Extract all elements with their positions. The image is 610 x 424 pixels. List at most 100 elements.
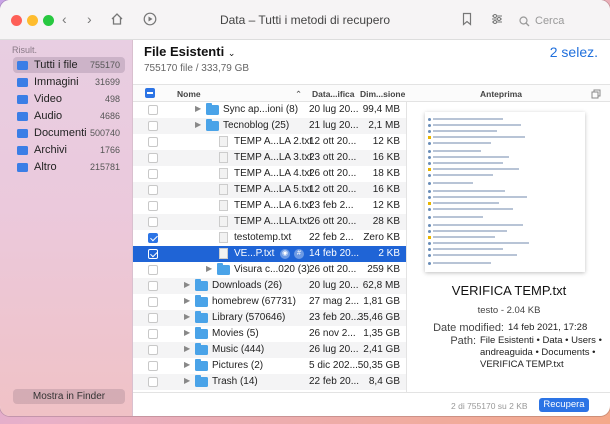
zoom-window-button[interactable] bbox=[43, 15, 54, 26]
table-row[interactable]: TEMP A...LA 6.txt 23 feb 2... 12 KB bbox=[133, 198, 406, 214]
table-row[interactable]: ▶ Sync ap...ioni (8) 20 lug 20... 99,4 MB bbox=[133, 102, 406, 118]
row-checkbox[interactable] bbox=[148, 361, 158, 371]
minimize-window-button[interactable] bbox=[27, 15, 38, 26]
disclosure-chevron-icon[interactable]: ▶ bbox=[184, 344, 190, 353]
search-input[interactable]: Cerca bbox=[519, 11, 599, 31]
disclosure-chevron-icon[interactable]: ▶ bbox=[195, 120, 201, 129]
table-row[interactable]: TEMP A...LA 4.txt 26 ott 20... 18 KB bbox=[133, 166, 406, 182]
text-file-icon bbox=[219, 152, 228, 163]
table-row[interactable]: ▶ Trash (14) 22 feb 20... 8,4 GB bbox=[133, 374, 406, 390]
row-checkbox[interactable] bbox=[148, 313, 158, 323]
table-row[interactable]: testotemp.txt 22 feb 2... Zero KB bbox=[133, 230, 406, 246]
folder-icon bbox=[195, 295, 208, 307]
row-checkbox[interactable] bbox=[148, 297, 158, 307]
sort-up-icon[interactable]: ⌃ bbox=[295, 89, 302, 100]
row-checkbox[interactable] bbox=[148, 153, 158, 163]
select-all-checkbox[interactable] bbox=[145, 88, 155, 98]
row-checkbox[interactable] bbox=[148, 137, 158, 147]
disclosure-chevron-icon[interactable]: ▶ bbox=[184, 296, 190, 305]
row-checkbox[interactable] bbox=[148, 329, 158, 339]
disclosure-chevron-icon[interactable]: ▶ bbox=[184, 328, 190, 337]
bullet-mark bbox=[428, 117, 431, 121]
table-row[interactable]: ▶ Tecnoblog (25) 21 lug 20... 2,1 MB bbox=[133, 118, 406, 134]
row-checkbox[interactable] bbox=[148, 265, 158, 275]
text-file-icon bbox=[219, 248, 228, 259]
text-line bbox=[433, 254, 517, 256]
row-file-name: Visura c...020 (3) bbox=[234, 264, 310, 275]
recover-button[interactable]: Recupera bbox=[539, 398, 589, 412]
table-row[interactable]: TEMP A...LA 5.txt 12 ott 20... 16 KB bbox=[133, 182, 406, 198]
row-checkbox[interactable] bbox=[148, 345, 158, 355]
row-file-name: TEMP A...LLA.txt bbox=[234, 216, 310, 227]
sidebar-item-images[interactable]: Immagini 31699 bbox=[13, 74, 125, 90]
text-file-icon bbox=[219, 200, 228, 211]
sidebar-item-other[interactable]: Altro 215781 bbox=[13, 159, 125, 175]
row-checkbox[interactable] bbox=[148, 233, 158, 243]
table-row[interactable]: ▶ Music (444) 26 lug 20... 2,41 GB bbox=[133, 342, 406, 358]
row-checkbox[interactable] bbox=[148, 217, 158, 227]
text-file-icon bbox=[219, 136, 228, 147]
image-icon bbox=[17, 77, 28, 87]
row-date-modified: 5 dic 202... bbox=[309, 360, 358, 371]
row-checkbox[interactable] bbox=[148, 121, 158, 131]
forward-chevron-icon[interactable]: › bbox=[87, 11, 92, 27]
bullet-mark bbox=[428, 241, 431, 245]
sliders-icon[interactable] bbox=[490, 12, 504, 26]
close-window-button[interactable] bbox=[11, 15, 22, 26]
table-row[interactable]: ▶ Pictures (2) 5 dic 202... 50,35 GB bbox=[133, 358, 406, 374]
tag-icon[interactable]: # bbox=[294, 249, 304, 259]
sidebar-item-audio[interactable]: Audio 4686 bbox=[13, 108, 125, 124]
disclosure-chevron-icon[interactable]: ▶ bbox=[184, 376, 190, 385]
sidebar-item-all-files[interactable]: Tutti i file 755170 bbox=[13, 57, 125, 73]
row-checkbox[interactable] bbox=[148, 169, 158, 179]
table-row[interactable]: TEMP A...LA 2.txt 12 ott 20... 12 KB bbox=[133, 134, 406, 150]
table-row[interactable]: ▶ Visura c...020 (3) 26 ott 20... 259 KB bbox=[133, 262, 406, 278]
disclosure-chevron-icon[interactable]: ▶ bbox=[184, 360, 190, 369]
preview-path-line-3: VERIFICA TEMP.txt bbox=[480, 359, 564, 370]
search-placeholder: Cerca bbox=[535, 15, 565, 27]
row-file-name: Movies (5) bbox=[212, 328, 259, 339]
quick-look-icon[interactable]: ◉ bbox=[280, 249, 290, 259]
text-line bbox=[433, 248, 503, 250]
table-row[interactable]: TEMP A...LA 3.txt 23 ott 20... 16 KB bbox=[133, 150, 406, 166]
text-line bbox=[433, 196, 527, 198]
preview-path-line-1: File Esistenti • Data • Users • bbox=[480, 335, 602, 346]
row-checkbox[interactable] bbox=[148, 105, 158, 115]
row-file-size: 28 KB bbox=[372, 216, 400, 227]
table-row[interactable]: TEMP A...LLA.txt 26 ott 20... 28 KB bbox=[133, 214, 406, 230]
row-checkbox[interactable] bbox=[148, 201, 158, 211]
folder-icon bbox=[195, 375, 208, 387]
play-icon[interactable] bbox=[143, 12, 157, 26]
disclosure-chevron-icon[interactable]: ▶ bbox=[195, 104, 201, 113]
text-line bbox=[433, 230, 507, 232]
row-file-size: 12 KB bbox=[372, 200, 400, 211]
row-checkbox[interactable] bbox=[148, 281, 158, 291]
disclosure-chevron-icon[interactable]: ▶ bbox=[184, 280, 190, 289]
back-chevron-icon[interactable]: ‹ bbox=[62, 11, 67, 27]
sidebar-item-archives[interactable]: Archivi 1766 bbox=[13, 142, 125, 158]
table-row[interactable]: ▶ Downloads (26) 20 lug 20... 62,8 MB bbox=[133, 278, 406, 294]
column-name[interactable]: Nome bbox=[177, 89, 201, 99]
bookmark-icon[interactable] bbox=[460, 12, 474, 26]
disclosure-chevron-icon[interactable]: ▶ bbox=[206, 264, 212, 273]
home-icon[interactable] bbox=[110, 12, 124, 26]
row-checkbox[interactable] bbox=[148, 249, 158, 259]
row-file-name: testotemp.txt bbox=[234, 232, 292, 243]
column-date[interactable]: Data...ifica bbox=[312, 89, 355, 99]
table-row-selected[interactable]: VE...P.txt ◉ #14 feb 20... 2 KB bbox=[133, 246, 406, 262]
disclosure-chevron-icon[interactable]: ▶ bbox=[184, 312, 190, 321]
sidebar-item-documents[interactable]: Documenti 500740 bbox=[13, 125, 125, 141]
row-checkbox[interactable] bbox=[148, 377, 158, 387]
row-checkbox[interactable] bbox=[148, 185, 158, 195]
folder-title-dropdown[interactable]: File Esistenti ⌄ bbox=[144, 44, 235, 59]
table-row[interactable]: ▶ homebrew (67731) 27 mag 2... 1,81 GB bbox=[133, 294, 406, 310]
sidebar-item-video[interactable]: Video 498 bbox=[13, 91, 125, 107]
archive-icon bbox=[17, 145, 28, 155]
table-row[interactable]: ▶ Movies (5) 26 nov 2... 1,35 GB bbox=[133, 326, 406, 342]
preview-modified-value: 14 feb 2021, 17:28 bbox=[508, 322, 588, 333]
copy-icon[interactable] bbox=[591, 89, 601, 99]
preview-file-name: VERIFICA TEMP.txt bbox=[451, 283, 567, 298]
table-row[interactable]: ▶ Library (570646) 23 feb 20... 35,46 GB bbox=[133, 310, 406, 326]
show-in-finder-button[interactable]: Mostra in Finder bbox=[13, 389, 125, 404]
column-size[interactable]: Dim...sione bbox=[360, 89, 405, 99]
